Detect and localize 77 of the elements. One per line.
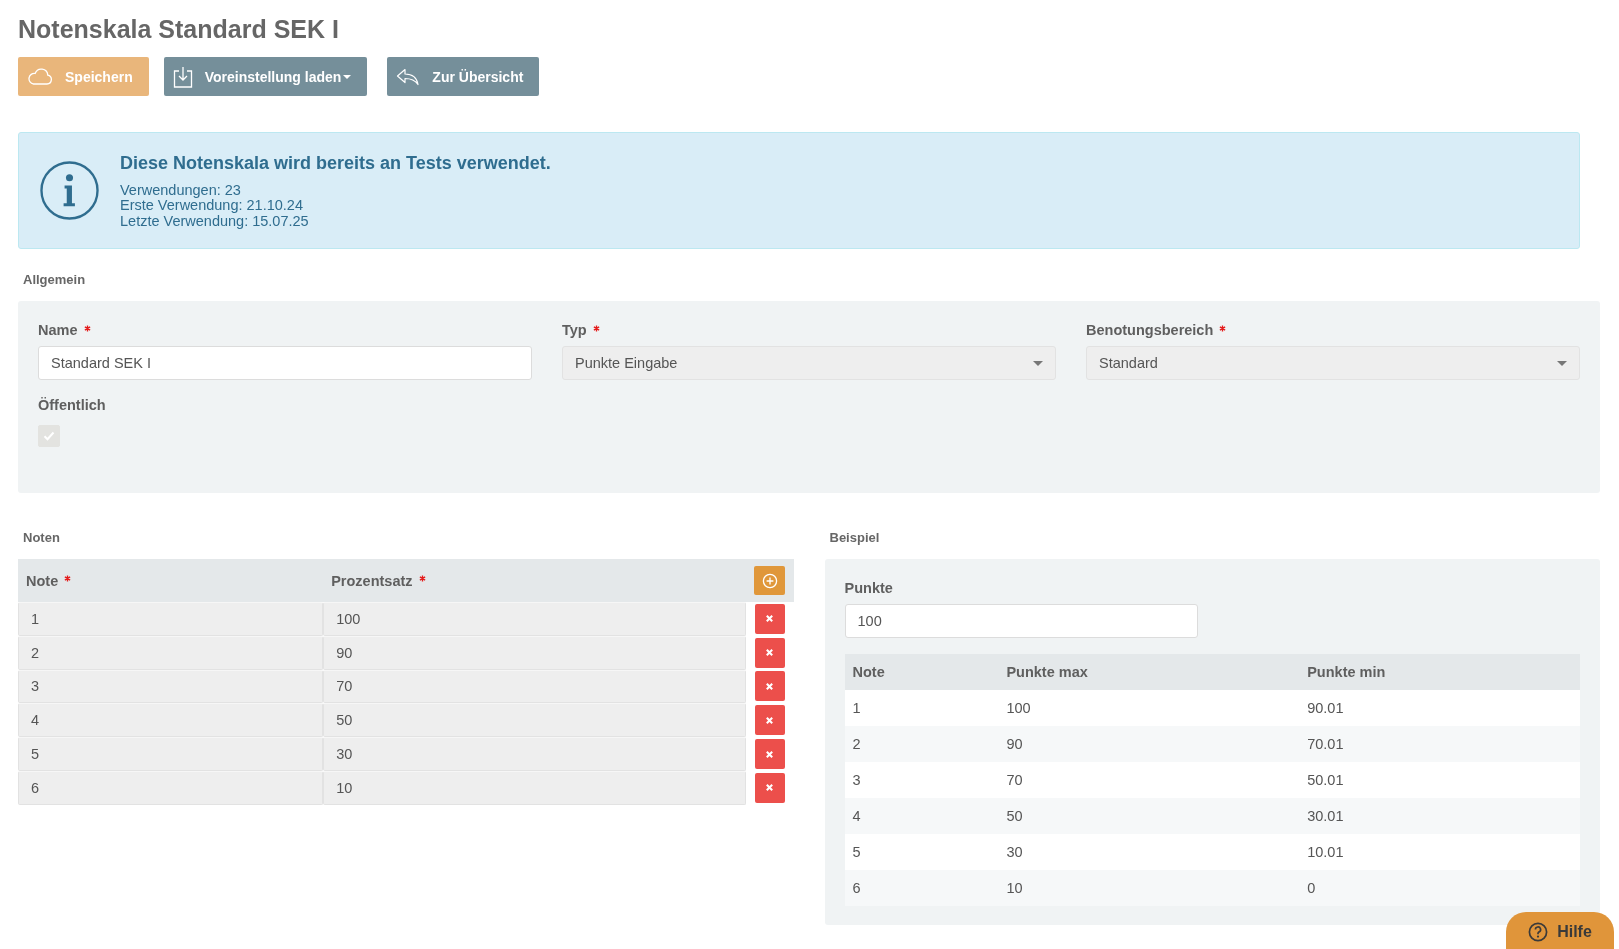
- back-arrow-icon: [396, 67, 421, 86]
- table-cell-text: 30: [1005, 844, 1023, 860]
- table-cell-text: 90: [1005, 736, 1023, 752]
- delete-button[interactable]: [755, 739, 785, 770]
- table-cell-text: 50.01: [1306, 772, 1344, 788]
- field-label: Benotungsbereich: [1086, 322, 1214, 338]
- x-icon: [765, 749, 775, 759]
- percent-input[interactable]: 90: [323, 635, 747, 670]
- percent-input[interactable]: 50: [323, 703, 747, 738]
- help-icon: [1528, 921, 1549, 942]
- grade-input[interactable]: 5: [18, 737, 324, 771]
- points-field[interactable]: 100: [844, 604, 1198, 638]
- column-header: Punkte min: [1306, 664, 1386, 680]
- grade-input[interactable]: 2: [18, 635, 324, 670]
- x-icon: [765, 715, 775, 725]
- caret-icon: [1557, 360, 1567, 366]
- table-cell-text: 2: [851, 736, 861, 752]
- section-heading: Beispiel: [828, 530, 880, 546]
- grade-input[interactable]: 6: [18, 771, 324, 805]
- percent-input[interactable]: 100: [323, 602, 747, 636]
- check-icon: [43, 431, 55, 441]
- grade-input[interactable]: 1: [18, 602, 324, 636]
- table-cell-text: 5: [851, 844, 861, 860]
- alert-text: Letzte Verwendung: 15.07.25: [120, 213, 309, 230]
- column-header: Prozentsatz: [331, 572, 413, 589]
- dropdown-field[interactable]: Standard: [1086, 346, 1580, 380]
- table-cell-text: 50: [1005, 808, 1023, 824]
- percent-input[interactable]: 10: [323, 771, 747, 805]
- cloud-icon: [27, 68, 53, 85]
- field-label: Öffentlich: [38, 397, 106, 413]
- grade-input[interactable]: 3: [18, 669, 324, 704]
- column-header: Punkte max: [1005, 664, 1088, 680]
- table-cell-text: 0: [1306, 880, 1316, 896]
- field-label: Punkte: [844, 580, 893, 596]
- back-button[interactable]: Zur Übersicht: [387, 57, 540, 96]
- table-cell-text: 10: [1005, 880, 1023, 896]
- table-cell-text: 4: [851, 808, 861, 824]
- table-cell-text: 6: [851, 880, 861, 896]
- add-button[interactable]: [754, 566, 786, 595]
- delete-button[interactable]: [755, 671, 785, 702]
- page-title: Notenskala Standard SEK I: [18, 14, 339, 45]
- delete-button[interactable]: [755, 772, 785, 803]
- x-icon: [765, 614, 775, 624]
- column-header: Note: [26, 572, 59, 589]
- column-header: Note: [851, 664, 885, 680]
- x-icon: [765, 648, 775, 658]
- table-cell-text: 3: [851, 772, 861, 788]
- grade-input[interactable]: 4: [18, 703, 324, 738]
- table-cell-text: 100: [1005, 700, 1031, 716]
- text-field[interactable]: Standard SEK I: [38, 346, 532, 380]
- section-heading: Allgemein: [22, 272, 86, 288]
- table-cell-text: 70: [1005, 772, 1023, 788]
- section-heading: Noten: [22, 530, 60, 546]
- x-icon: [765, 783, 775, 793]
- dropdown-field[interactable]: Punkte Eingabe: [562, 346, 1056, 380]
- help-button[interactable]: Hilfe: [1506, 912, 1614, 949]
- field-label: Typ: [562, 322, 587, 338]
- caret-icon: [1033, 360, 1043, 366]
- delete-button[interactable]: [755, 705, 785, 736]
- alert-text: Erste Verwendung: 21.10.24: [120, 198, 303, 214]
- load-preset-button[interactable]: Voreinstellung laden: [163, 57, 368, 96]
- info-icon: [40, 161, 99, 220]
- plus-circle-icon: [762, 572, 778, 589]
- percent-input[interactable]: 30: [323, 737, 747, 771]
- download-icon: [172, 65, 193, 88]
- percent-input[interactable]: 70: [323, 669, 747, 704]
- table-cell-text: 1: [851, 700, 861, 716]
- table-cell-text: 70.01: [1306, 736, 1344, 752]
- table-cell-text: 10.01: [1306, 844, 1344, 860]
- field-label: Name: [38, 322, 78, 338]
- x-icon: [765, 682, 775, 691]
- alert-title: Diese Notenskala wird bereits an Tests verwendet.: [120, 151, 551, 174]
- table-cell-text: 90.01: [1306, 700, 1344, 716]
- delete-button[interactable]: [755, 637, 785, 668]
- table-cell-text: 30.01: [1306, 808, 1344, 824]
- delete-button[interactable]: [755, 603, 785, 634]
- alert-text: Verwendungen: 23: [120, 182, 241, 199]
